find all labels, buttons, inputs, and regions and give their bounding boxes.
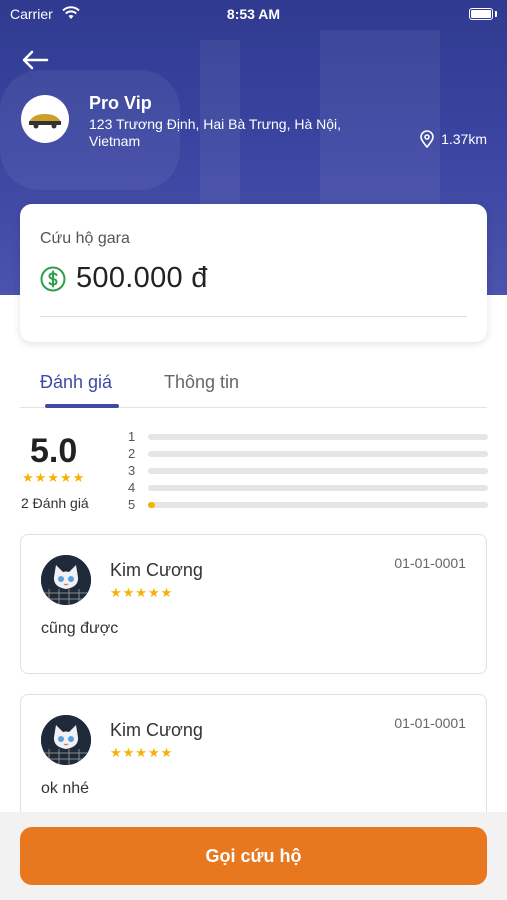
rating-bar-track (148, 502, 488, 508)
divider (40, 316, 467, 317)
rating-bar-row: 3 (128, 462, 488, 479)
arrow-left-icon (22, 50, 49, 70)
price-value: 500.000 đ (76, 262, 208, 294)
garage-logo (21, 95, 69, 143)
rating-bar-row: 1 (128, 428, 488, 445)
rating-bar-row: 4 (128, 479, 488, 496)
call-rescue-button[interactable]: Gọi cứu hộ (20, 827, 487, 885)
dollar-circle-icon (40, 266, 66, 291)
rating-bar-row: 2 (128, 445, 488, 462)
rating-bar-fill (148, 502, 155, 508)
back-button[interactable] (20, 48, 50, 72)
review-stars: ★★★★★ (110, 585, 174, 600)
reviewer-name: Kim Cương (110, 720, 203, 740)
rating-bar-label: 3 (128, 463, 136, 478)
review-card: Kim Cương ★★★★★ 01-01-0001 cũng được (20, 534, 487, 674)
rating-bar-label: 1 (128, 429, 136, 444)
distance-value: 1.37km (441, 131, 487, 147)
rating-bar-track (148, 485, 488, 491)
rating-distribution: 1 2 3 4 5 (128, 428, 488, 513)
rating-bar-label: 2 (128, 446, 136, 461)
review-card: Kim Cương ★★★★★ 01-01-0001 ok nhé (20, 694, 487, 824)
avatar (41, 555, 91, 605)
reviewer-name: Kim Cương (110, 560, 203, 580)
garage-logo-icon (29, 114, 61, 129)
review-count: 2 Đánh giá (21, 495, 89, 511)
rating-bar-track (148, 451, 488, 457)
average-stars: ★★★★★ (22, 470, 86, 485)
cat-avatar-icon (41, 555, 91, 605)
review-stars: ★★★★★ (110, 745, 174, 760)
tab-reviews[interactable]: Đánh giá (40, 372, 112, 393)
battery-icon (469, 8, 493, 20)
active-tab-indicator (45, 404, 119, 408)
service-name: Cứu hộ gara (40, 230, 130, 247)
avatar (41, 715, 91, 765)
review-text: ok nhé (41, 780, 90, 797)
tab-bar: Đánh giá Thông tin (20, 360, 487, 408)
garage-address: 123 Trương Định, Hai Bà Trưng, Hà Nội, V… (89, 116, 342, 149)
review-text: cũng được (41, 620, 119, 637)
garage-name: Pro Vip (89, 93, 152, 113)
location-pin-icon (420, 130, 434, 148)
average-rating: 5.0 (30, 432, 78, 470)
rating-bar-label: 4 (128, 480, 136, 495)
rating-bar-track (148, 434, 488, 440)
tab-info[interactable]: Thông tin (164, 372, 239, 393)
bottom-action-bar: Gọi cứu hộ (0, 812, 507, 900)
rating-bar-track (148, 468, 488, 474)
battery-tip (495, 11, 497, 17)
price-row: 500.000 đ (40, 262, 208, 295)
distance-info: 1.37km (419, 130, 487, 148)
review-date: 01-01-0001 (394, 715, 466, 731)
service-price-card: Cứu hộ gara 500.000 đ (20, 204, 487, 342)
rating-bar-label: 5 (128, 497, 136, 512)
rating-bar-row: 5 (128, 496, 488, 513)
clock: 8:53 AM (226, 6, 281, 22)
status-bar: Carrier 8:53 AM (0, 0, 507, 28)
cat-avatar-icon (41, 715, 91, 765)
review-date: 01-01-0001 (394, 555, 466, 571)
